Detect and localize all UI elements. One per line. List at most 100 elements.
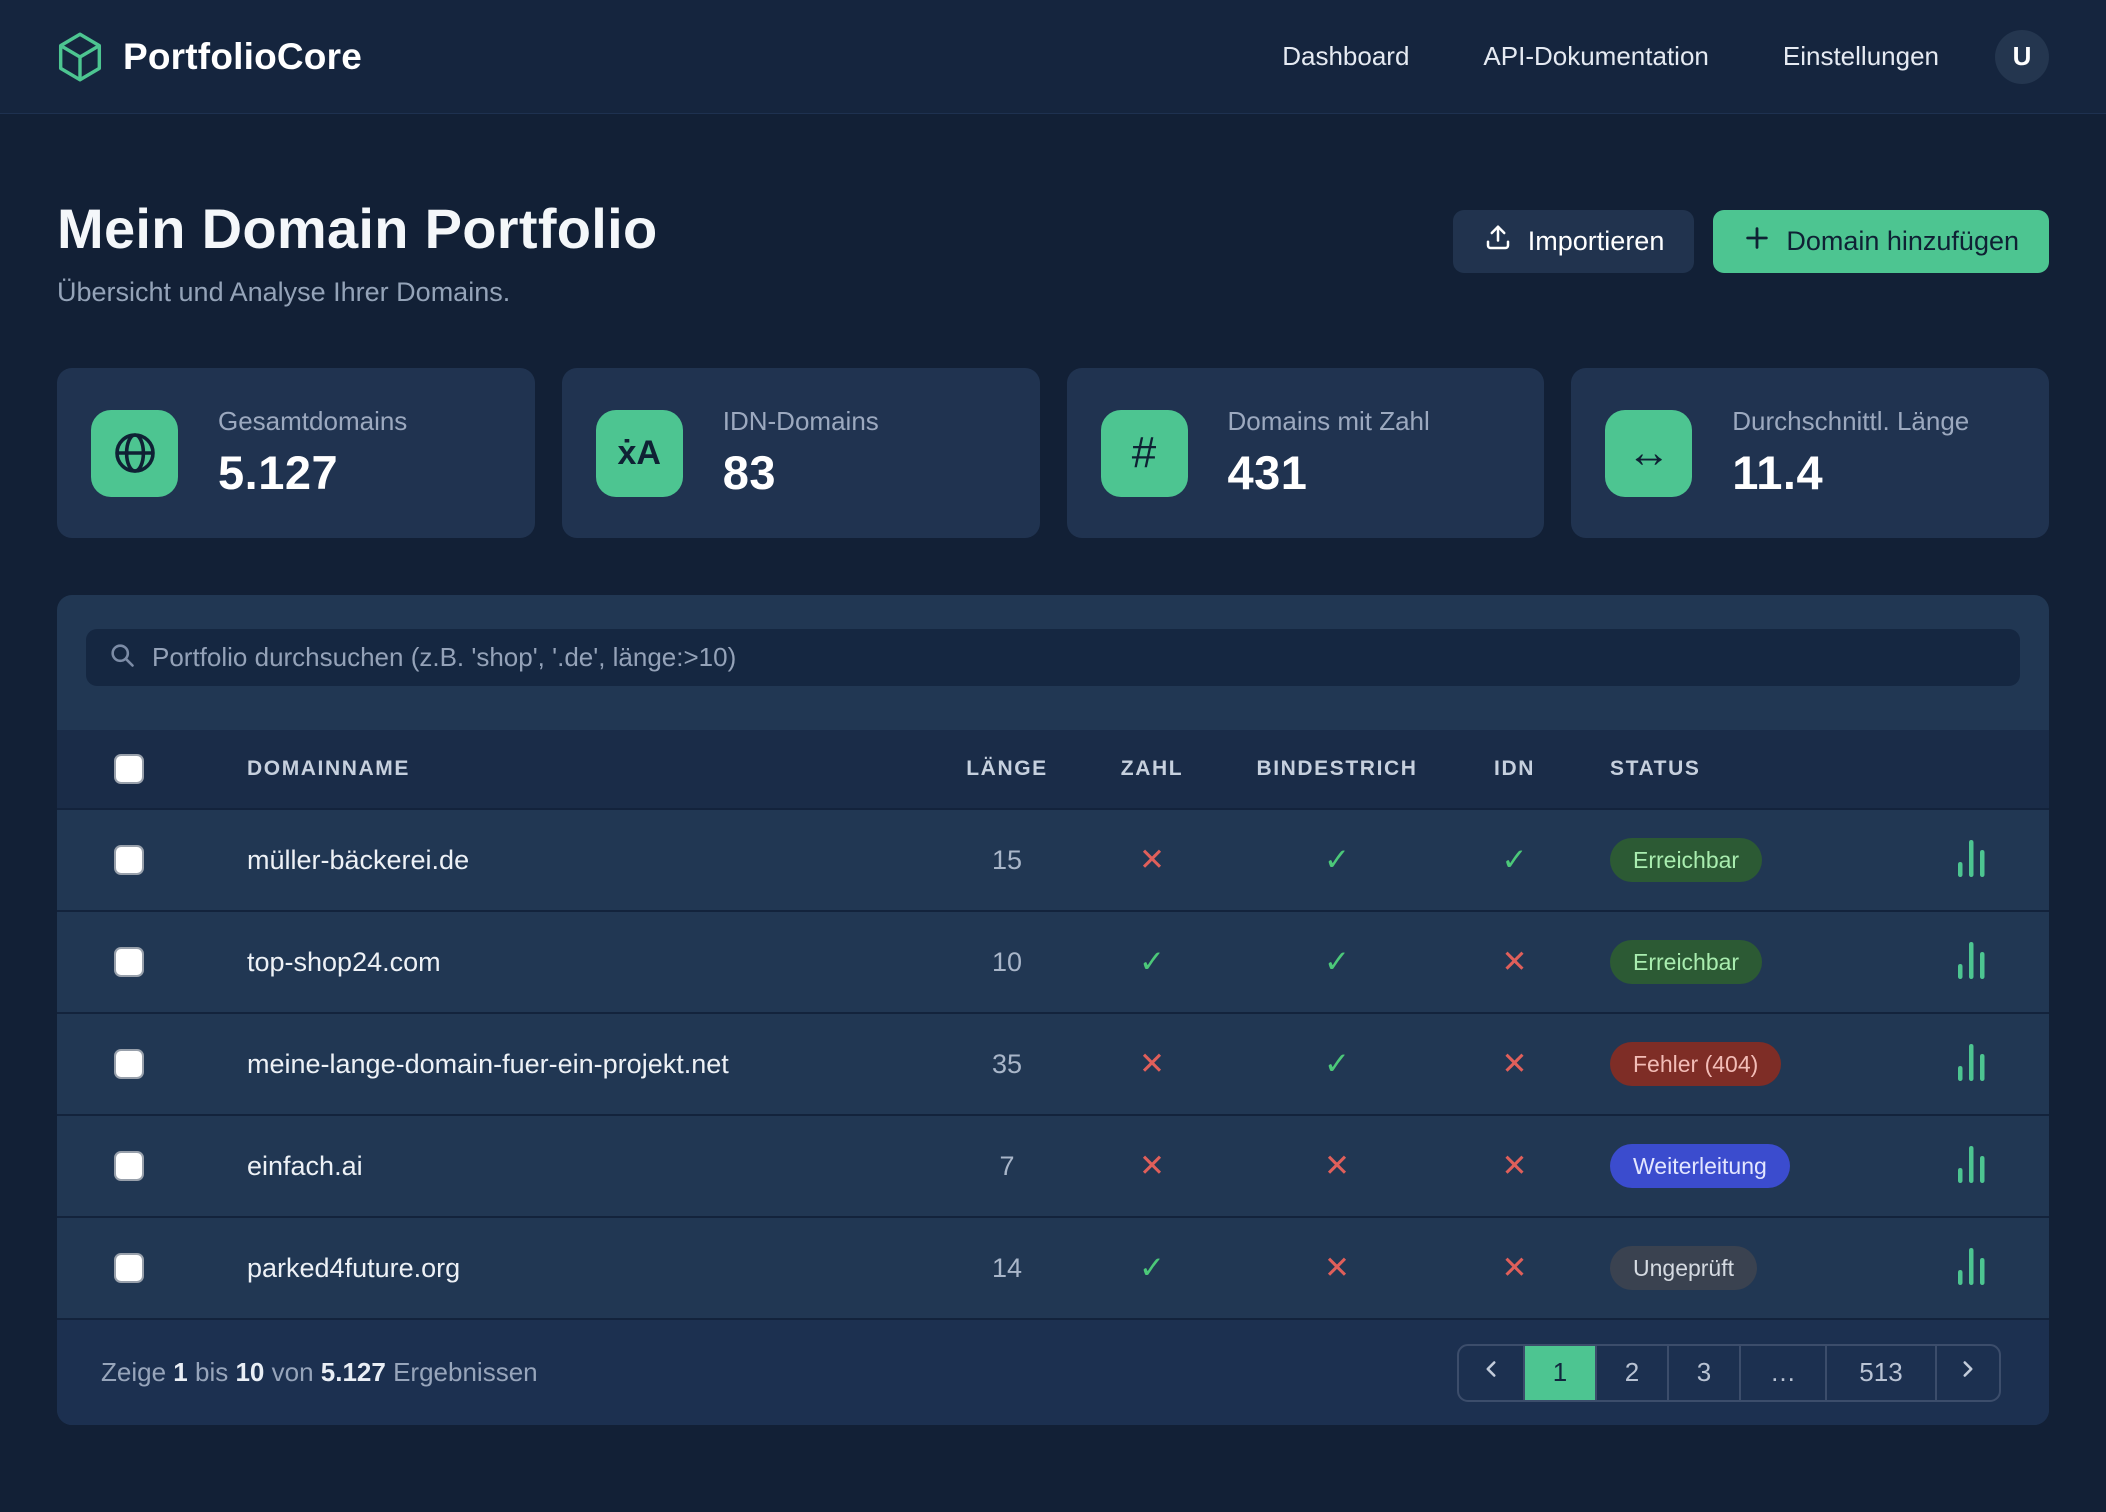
analytics-cell — [1922, 1142, 2049, 1191]
stat-card-average-length: ↔ Durchschnittl. Länge 11.4 — [1571, 368, 2049, 538]
bar-chart-icon[interactable] — [1955, 836, 1989, 885]
user-avatar[interactable]: U — [1995, 30, 2049, 84]
status-badge: Erreichbar — [1610, 940, 1762, 984]
stat-value: 431 — [1228, 445, 1430, 500]
page-ellipsis: … — [1739, 1346, 1825, 1400]
table-row: top-shop24.com 10 ✓ ✓ ✕ Erreichbar — [57, 910, 2049, 1012]
bindestrich-mark: ✓ — [1237, 944, 1437, 980]
prev-page-button[interactable] — [1459, 1346, 1523, 1400]
idn-mark: ✕ — [1437, 1250, 1592, 1286]
domain-length: 15 — [947, 845, 1067, 876]
column-header-laenge[interactable]: LÄNGE — [947, 757, 1067, 781]
summary-text: Zeige — [101, 1357, 166, 1387]
box-logo-icon — [57, 32, 103, 82]
row-checkbox[interactable] — [114, 1049, 144, 1079]
import-button-label: Importieren — [1528, 226, 1665, 257]
row-checkbox[interactable] — [114, 845, 144, 875]
main-content: Mein Domain Portfolio Übersicht und Anal… — [0, 196, 2106, 1425]
select-all-checkbox[interactable] — [114, 754, 144, 784]
search-input[interactable] — [152, 642, 1998, 673]
bindestrich-mark: ✓ — [1237, 1046, 1437, 1082]
next-page-button[interactable] — [1935, 1346, 1999, 1400]
row-checkbox[interactable] — [114, 1253, 144, 1283]
nav-dashboard[interactable]: Dashboard — [1282, 41, 1409, 72]
arrows-glyph: ↔ — [1627, 431, 1671, 475]
add-domain-button-label: Domain hinzufügen — [1786, 226, 2019, 257]
stat-text: IDN-Domains 83 — [723, 406, 879, 500]
add-domain-button[interactable]: Domain hinzufügen — [1713, 210, 2049, 273]
stat-text: Domains mit Zahl 431 — [1228, 406, 1430, 500]
page-heading-group: Mein Domain Portfolio Übersicht und Anal… — [57, 196, 658, 308]
nav-api-docs[interactable]: API-Dokumentation — [1483, 41, 1708, 72]
domain-length: 7 — [947, 1151, 1067, 1182]
status-badge: Ungeprüft — [1610, 1246, 1757, 1290]
stat-label: Durchschnittl. Länge — [1732, 406, 1969, 437]
row-checkbox[interactable] — [114, 947, 144, 977]
width-icon: ↔ — [1605, 410, 1692, 497]
import-button[interactable]: Importieren — [1453, 210, 1695, 273]
domain-name: parked4future.org — [247, 1253, 947, 1284]
column-header-domainname[interactable]: DOMAINNAME — [247, 757, 947, 781]
summary-text: von — [272, 1357, 314, 1387]
chevron-left-icon — [1478, 1356, 1504, 1389]
hash-icon: # — [1101, 410, 1188, 497]
idn-mark: ✕ — [1437, 1148, 1592, 1184]
stat-text: Durchschnittl. Länge 11.4 — [1732, 406, 1969, 500]
bar-chart-icon[interactable] — [1955, 1142, 1989, 1191]
status-cell: Fehler (404) — [1592, 1042, 1922, 1086]
status-cell: Ungeprüft — [1592, 1246, 1922, 1290]
domain-name: müller-bäckerei.de — [247, 845, 947, 876]
domain-length: 10 — [947, 947, 1067, 978]
page-number-1[interactable]: 1 — [1523, 1346, 1595, 1400]
idn-mark: ✓ — [1437, 842, 1592, 878]
summary-to: 10 — [235, 1357, 264, 1387]
column-header-status[interactable]: STATUS — [1592, 757, 1922, 781]
idn-mark: ✕ — [1437, 1046, 1592, 1082]
zahl-mark: ✓ — [1067, 1250, 1237, 1286]
search-box[interactable] — [86, 629, 2020, 686]
summary-from: 1 — [173, 1357, 187, 1387]
stat-label: IDN-Domains — [723, 406, 879, 437]
domain-table-panel: DOMAINNAME LÄNGE ZAHL BINDESTRICH IDN ST… — [57, 595, 2049, 1425]
column-header-bindestrich[interactable]: BINDESTRICH — [1237, 757, 1437, 781]
search-icon — [108, 641, 136, 674]
stat-label: Gesamtdomains — [218, 406, 407, 437]
upload-icon — [1483, 223, 1513, 260]
header-actions: Importieren Domain hinzufügen — [1453, 196, 2049, 273]
stat-label: Domains mit Zahl — [1228, 406, 1430, 437]
plus-icon — [1743, 224, 1771, 259]
table-footer: Zeige 1 bis 10 von 5.127 Ergebnissen 1 2 — [57, 1318, 2049, 1425]
summary-text: Ergebnissen — [393, 1357, 538, 1387]
page-number-2[interactable]: 2 — [1595, 1346, 1667, 1400]
nav-settings[interactable]: Einstellungen — [1783, 41, 1939, 72]
bar-chart-icon[interactable] — [1955, 938, 1989, 987]
page-subtitle: Übersicht und Analyse Ihrer Domains. — [57, 277, 658, 308]
brand: PortfolioCore — [57, 32, 362, 82]
bar-chart-icon[interactable] — [1955, 1244, 1989, 1293]
globe-icon — [91, 410, 178, 497]
page-number-513[interactable]: 513 — [1825, 1346, 1935, 1400]
row-checkbox[interactable] — [114, 1151, 144, 1181]
translate-icon: ẋA — [596, 410, 683, 497]
domain-name: top-shop24.com — [247, 947, 947, 978]
hash-glyph: # — [1132, 431, 1156, 475]
stat-card-total-domains: Gesamtdomains 5.127 — [57, 368, 535, 538]
zahl-mark: ✕ — [1067, 842, 1237, 878]
idn-mark: ✕ — [1437, 944, 1592, 980]
pagination: 1 2 3 … 513 — [1457, 1344, 2001, 1402]
stat-value: 83 — [723, 445, 879, 500]
analytics-cell — [1922, 836, 2049, 885]
summary-total: 5.127 — [321, 1357, 386, 1387]
stat-text: Gesamtdomains 5.127 — [218, 406, 407, 500]
chevron-right-icon — [1955, 1356, 1981, 1389]
analytics-cell — [1922, 1040, 2049, 1089]
bar-chart-icon[interactable] — [1955, 1040, 1989, 1089]
column-header-zahl[interactable]: ZAHL — [1067, 757, 1237, 781]
page-title: Mein Domain Portfolio — [57, 196, 658, 261]
status-badge: Weiterleitung — [1610, 1144, 1790, 1188]
page-number-3[interactable]: 3 — [1667, 1346, 1739, 1400]
page-header: Mein Domain Portfolio Übersicht und Anal… — [57, 196, 2049, 308]
analytics-cell — [1922, 938, 2049, 987]
analytics-cell — [1922, 1244, 2049, 1293]
column-header-idn[interactable]: IDN — [1437, 757, 1592, 781]
